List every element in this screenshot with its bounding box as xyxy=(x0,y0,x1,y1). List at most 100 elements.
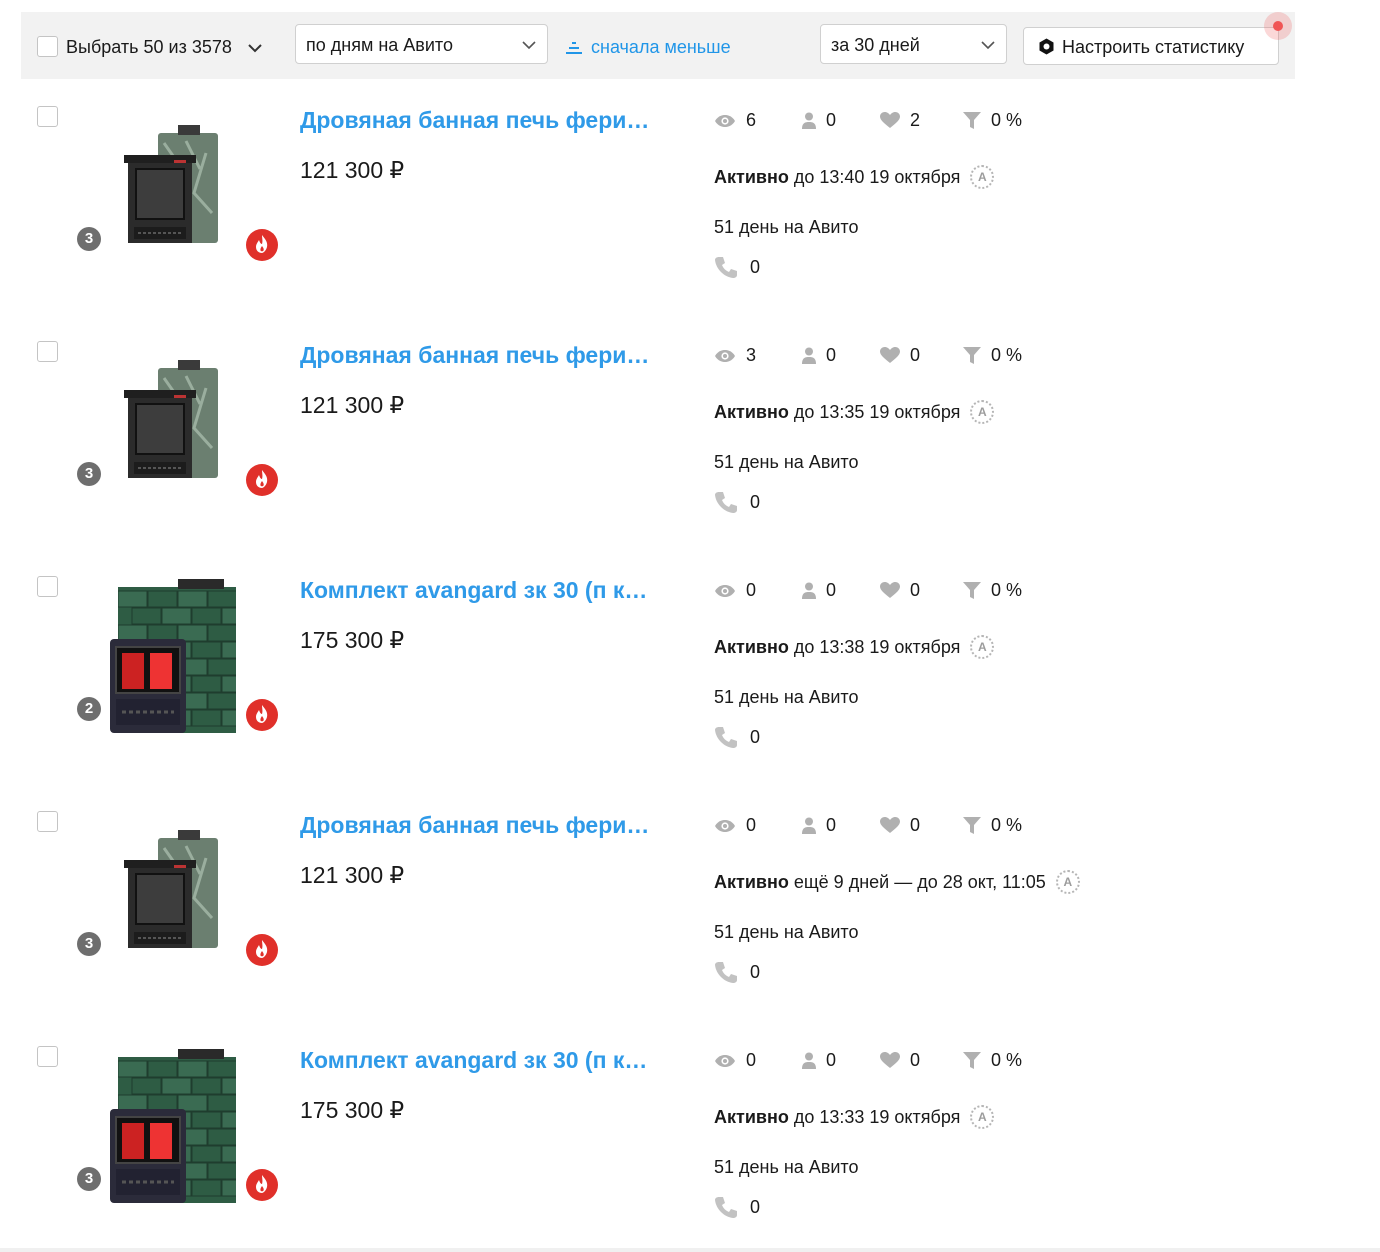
listing-title-link[interactable]: Дровяная банная печь фери… xyxy=(300,812,670,839)
contacts-count: 0 xyxy=(826,345,837,365)
person-icon xyxy=(802,582,816,599)
listing-row: 3 Дровяная банная печь фери… 121 300 ₽ 3… xyxy=(0,337,1380,572)
status-label: Активно xyxy=(714,871,789,892)
select-all-label[interactable]: Выбрать 50 из 3578 xyxy=(66,37,232,58)
promotion-fire-icon xyxy=(246,229,278,261)
person-icon xyxy=(802,1052,816,1069)
listing-status: Активно ещё 9 дней — до 28 окт, 11:05 A xyxy=(714,870,1080,894)
listing-price: 121 300 ₽ xyxy=(300,392,405,418)
sort-order-button[interactable]: сначала меньше xyxy=(565,37,731,58)
auto-renew-icon[interactable]: A xyxy=(1055,870,1080,894)
calls-stat: 0 xyxy=(714,960,760,984)
listing-price: 121 300 ₽ xyxy=(300,157,405,183)
days-on-site: 51 день на Авито xyxy=(714,452,859,472)
conversion-value: 0 % xyxy=(991,580,1023,600)
photo-count-badge: 3 xyxy=(77,462,101,486)
promotion-fire-icon xyxy=(246,464,278,496)
favorites-stat: 0 xyxy=(880,815,920,836)
person-icon xyxy=(802,112,816,129)
contacts-stat: 0 xyxy=(802,815,836,836)
phone-icon xyxy=(715,962,737,983)
auto-renew-icon[interactable]: A xyxy=(970,1105,995,1129)
calls-stat: 0 xyxy=(714,255,760,279)
listing-title-link[interactable]: Комплект avangard зк 30 (п к… xyxy=(300,1047,670,1074)
phone-icon xyxy=(715,1197,737,1218)
views-stat: 6 xyxy=(714,110,756,131)
listing-checkbox[interactable] xyxy=(37,341,58,362)
listing-checkbox[interactable] xyxy=(37,576,58,597)
listing-checkbox[interactable] xyxy=(37,811,58,832)
chevron-down-icon xyxy=(521,37,537,55)
eye-icon xyxy=(715,349,735,362)
promotion-fire-icon xyxy=(246,1169,278,1201)
views-count: 0 xyxy=(746,580,757,600)
person-icon xyxy=(802,347,816,364)
chevron-down-icon[interactable] xyxy=(247,40,263,58)
views-count: 6 xyxy=(746,110,757,130)
period-dropdown[interactable]: за 30 дней xyxy=(820,24,1007,64)
contacts-stat: 0 xyxy=(802,1050,836,1071)
conversion-stat: 0 % xyxy=(963,110,1022,131)
bottom-divider xyxy=(0,1248,1380,1252)
contacts-count: 0 xyxy=(826,815,837,835)
contacts-stat: 0 xyxy=(802,580,836,601)
chevron-down-icon xyxy=(980,37,996,55)
auto-renew-icon[interactable]: A xyxy=(970,165,995,189)
status-expiry: до 13:35 19 октября xyxy=(793,401,961,422)
favorites-stat: 0 xyxy=(880,580,920,601)
listing-title-link[interactable]: Дровяная банная печь фери… xyxy=(300,107,670,134)
phone-icon xyxy=(715,492,737,513)
heart-icon xyxy=(880,817,900,833)
listing-checkbox[interactable] xyxy=(37,1046,58,1067)
favorites-count: 0 xyxy=(910,815,921,835)
calls-stat: 0 xyxy=(714,490,760,514)
heart-icon xyxy=(880,1052,900,1068)
sort-dropdown-value: по дням на Авито xyxy=(306,35,453,55)
auto-renew-icon[interactable]: A xyxy=(970,635,995,659)
period-dropdown-value: за 30 дней xyxy=(831,35,920,55)
days-on-site: 51 день на Авито xyxy=(714,922,859,942)
listing-title-link[interactable]: Дровяная банная печь фери… xyxy=(300,342,670,369)
contacts-count: 0 xyxy=(826,580,837,600)
auto-renew-icon[interactable]: A xyxy=(970,400,995,424)
favorites-count: 2 xyxy=(910,110,921,130)
configure-stats-button[interactable]: Настроить статистику xyxy=(1023,27,1279,65)
conversion-value: 0 % xyxy=(991,110,1023,130)
status-label: Активно xyxy=(714,166,789,187)
conversion-stat: 0 % xyxy=(963,815,1022,836)
sort-dropdown[interactable]: по дням на Авито xyxy=(295,24,548,64)
listings-toolbar: Выбрать 50 из 3578 по дням на Авито снач… xyxy=(21,12,1295,79)
conversion-stat: 0 % xyxy=(963,580,1022,601)
listing-status: Активно до 13:38 19 октября A xyxy=(714,635,995,659)
listing-row: 2 Комплект avangard зк 30 (п к… 175 300 … xyxy=(0,572,1380,807)
views-count: 0 xyxy=(746,815,757,835)
listing-checkbox[interactable] xyxy=(37,106,58,127)
conversion-stat: 0 % xyxy=(963,345,1022,366)
listing-price: 121 300 ₽ xyxy=(300,862,405,888)
days-on-site: 51 день на Авито xyxy=(714,1157,859,1177)
listing-row: 3 Дровяная банная печь фери… 121 300 ₽ 0… xyxy=(0,807,1380,1042)
calls-stat: 0 xyxy=(714,1195,760,1219)
favorites-count: 0 xyxy=(910,345,921,365)
eye-icon xyxy=(715,584,735,597)
conversion-stat: 0 % xyxy=(963,1050,1022,1071)
status-expiry: до 13:38 19 октября xyxy=(793,636,961,657)
status-label: Активно xyxy=(714,401,789,422)
listing-row: 3 Комплект avangard зк 30 (п к… 175 300 … xyxy=(0,1042,1380,1252)
phone-icon xyxy=(715,727,737,748)
calls-count: 0 xyxy=(750,256,761,277)
listing-status: Активно до 13:40 19 октября A xyxy=(714,165,995,189)
views-stat: 0 xyxy=(714,1050,756,1071)
calls-count: 0 xyxy=(750,491,761,512)
favorites-stat: 2 xyxy=(880,110,920,131)
listing-title-link[interactable]: Комплект avangard зк 30 (п к… xyxy=(300,577,670,604)
listing-status: Активно до 13:33 19 октября A xyxy=(714,1105,995,1129)
conversion-value: 0 % xyxy=(991,1050,1023,1070)
eye-icon xyxy=(715,114,735,127)
select-all-checkbox[interactable] xyxy=(37,36,58,57)
heart-icon xyxy=(880,347,900,363)
calls-stat: 0 xyxy=(714,725,760,749)
eye-icon xyxy=(715,819,735,832)
favorites-stat: 0 xyxy=(880,345,920,366)
listing-status: Активно до 13:35 19 октября A xyxy=(714,400,995,424)
